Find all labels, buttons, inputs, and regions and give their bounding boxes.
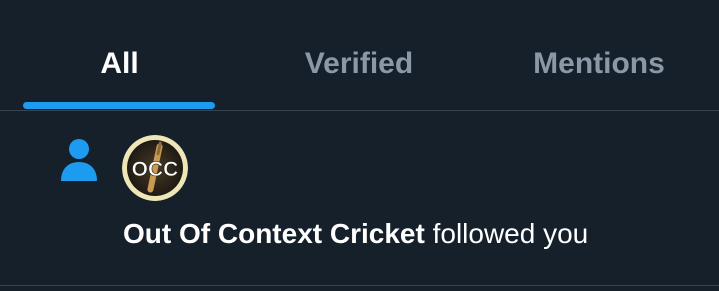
occ-logo: OCC [122, 135, 188, 201]
actor-name[interactable]: Out Of Context Cricket [123, 218, 425, 249]
tab-mentions-label: Mentions [533, 47, 665, 80]
active-tab-indicator [23, 102, 215, 109]
tab-all[interactable]: All [0, 0, 239, 110]
avatar-initials: OCC [132, 158, 179, 181]
action-text: followed you [432, 218, 589, 249]
tab-verified-label: Verified [304, 47, 414, 80]
tab-verified[interactable]: Verified [239, 0, 479, 110]
row-divider [0, 285, 719, 286]
person-icon [61, 139, 97, 181]
notification-message: Out Of Context Cricket followed you [123, 216, 588, 252]
avatar[interactable]: OCC [122, 135, 188, 201]
follow-notification[interactable]: OCC Out Of Context Cricket followed you [0, 111, 719, 286]
tab-mentions[interactable]: Mentions [479, 0, 719, 110]
tab-all-label: All [100, 47, 139, 80]
notification-tabs: All Verified Mentions [0, 0, 719, 111]
